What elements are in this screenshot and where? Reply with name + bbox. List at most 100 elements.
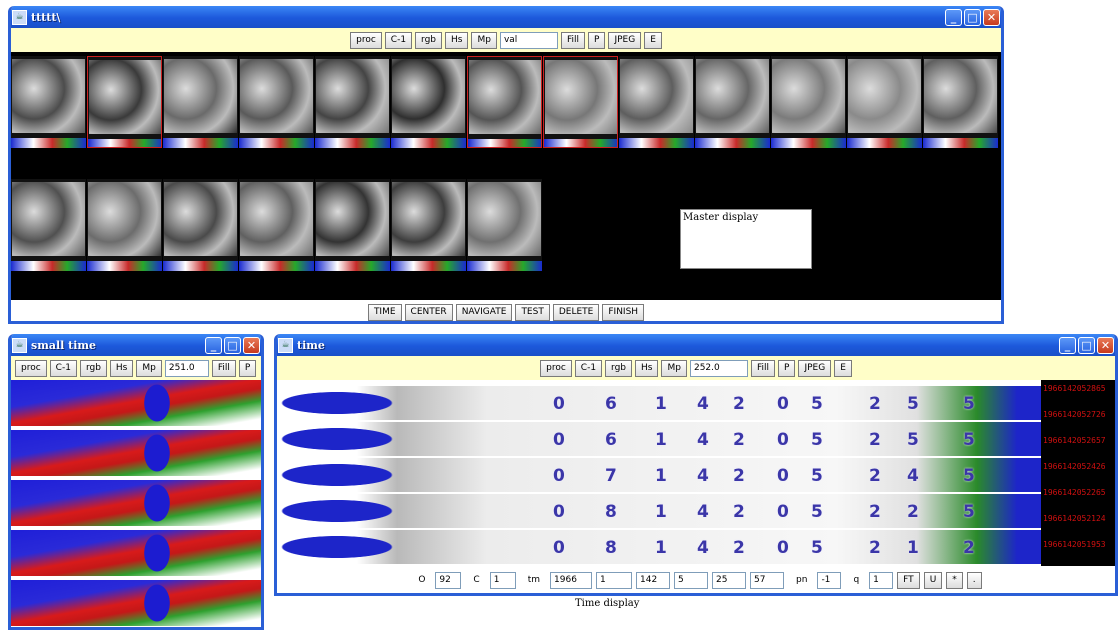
maximize-icon[interactable]: □ [964,8,981,26]
field-action-button[interactable]: FT [897,571,920,589]
thumbnail-frame[interactable] [315,179,390,271]
delete-button[interactable]: DELETE [552,303,600,321]
main-titlebar[interactable]: ☕ ttttt\ _ □ ✕ [11,6,1001,28]
thumbnail-color-strip [771,138,846,148]
main-bottom-bar: TIME CENTER NAVIGATE TEST DELETE FINISH [11,300,1001,321]
time-field-input[interactable] [817,571,842,589]
rgb-button[interactable]: rgb [415,31,443,49]
time-field-input[interactable] [636,571,671,589]
fill-button[interactable]: Fill [750,359,775,377]
main-window-title: ttttt\ [31,10,61,24]
hs-button[interactable]: Hs [445,31,469,49]
field-label: tm [527,575,541,585]
thumbnail-frame[interactable] [11,179,86,271]
thumbnail-color-strip [163,261,238,271]
proc-button[interactable]: proc [15,359,47,377]
field-action-button[interactable]: U [923,571,943,589]
thumbnail-frame[interactable] [543,56,618,148]
thumbnail-frame[interactable] [923,56,998,148]
time-field-input[interactable] [869,571,894,589]
digit-glyph: 0 [553,466,565,486]
thumbnail-frame[interactable] [163,179,238,271]
minimize-icon[interactable]: _ [205,336,222,354]
hs-button[interactable]: Hs [635,359,659,377]
thumbnail-frame[interactable] [315,56,390,148]
close-icon[interactable]: ✕ [243,336,260,354]
thumbnail-frame[interactable] [239,56,314,148]
field-action-button[interactable]: * [946,571,963,589]
fill-button[interactable]: Fill [211,359,236,377]
maximize-icon[interactable]: □ [1078,336,1095,354]
mp-button[interactable]: Mp [661,359,687,377]
time-field-input[interactable] [489,571,516,589]
java-app-icon: ☕ [278,337,293,353]
time-button[interactable]: TIME [367,303,402,321]
minimize-icon[interactable]: _ [945,8,962,26]
mp-button[interactable]: Mp [471,31,497,49]
thumbnail-frame[interactable] [467,56,542,148]
thumbnail-frame[interactable] [239,179,314,271]
thumbnail-frame[interactable] [391,179,466,271]
e-button[interactable]: E [644,31,662,49]
jpeg-button[interactable]: JPEG [798,359,832,377]
thumbnail-frame[interactable] [847,56,922,148]
thumbnail-color-strip [544,139,617,147]
p-button[interactable]: P [588,31,606,49]
time-field-input[interactable] [750,571,785,589]
thumbnail-frame[interactable] [11,56,86,148]
time-field-input[interactable] [712,571,747,589]
timestamp-label: 1966142051953 [1043,540,1106,549]
thumbnail-color-strip [11,261,86,271]
p-button[interactable]: P [238,359,257,377]
time-canvas: 0614205255061420525507142052450814205225… [277,380,1115,566]
jpeg-button[interactable]: JPEG [608,31,642,49]
c1-button[interactable]: C-1 [384,31,413,49]
e-button[interactable]: E [834,359,852,377]
thumbnail-frame[interactable] [391,56,466,148]
time-field-input[interactable] [550,571,593,589]
finish-button[interactable]: FINISH [602,303,645,321]
small-time-titlebar[interactable]: ☕ small time _ □ ✕ [11,334,261,356]
thumbnail-frame[interactable] [695,56,770,148]
thumbnail-frame[interactable] [771,56,846,148]
thumbnail-frame[interactable] [163,56,238,148]
proc-button[interactable]: proc [540,359,572,377]
close-icon[interactable]: ✕ [1097,336,1114,354]
field-action-button[interactable]: . [966,571,982,589]
digit-glyph: 5 [963,502,975,522]
digit-glyph: 1 [655,394,667,414]
hs-button[interactable]: Hs [109,359,134,377]
thumbnail-frame[interactable] [87,56,162,148]
fill-button[interactable]: Fill [560,31,585,49]
thumbnail-grid: Master display [11,52,1001,302]
proc-button[interactable]: proc [350,31,382,49]
time-field-input[interactable] [674,571,709,589]
close-icon[interactable]: ✕ [983,8,1000,26]
value-input[interactable] [499,31,558,49]
time-field-input[interactable] [596,571,633,589]
thumbnail-color-strip [923,138,998,148]
digit-glyph: 0 [553,430,565,450]
minimize-icon[interactable]: _ [1059,336,1076,354]
maximize-icon[interactable]: □ [224,336,241,354]
value-input[interactable] [689,359,748,377]
thumbnail-color-strip [11,138,86,148]
mp-button[interactable]: Mp [136,359,162,377]
thumbnail-color-strip [391,138,466,148]
thumbnail-frame[interactable] [87,179,162,271]
rgb-button[interactable]: rgb [79,359,107,377]
thumbnail-color-strip [695,138,770,148]
thumbnail-frame[interactable] [619,56,694,148]
p-button[interactable]: P [778,359,796,377]
test-button[interactable]: TEST [515,303,550,321]
value-input[interactable] [164,359,209,377]
navigate-button[interactable]: NAVIGATE [455,303,513,321]
java-app-icon: ☕ [12,337,27,353]
thumbnail-frame[interactable] [467,179,542,271]
c1-button[interactable]: C-1 [574,359,603,377]
time-titlebar[interactable]: ☕ time _ □ ✕ [277,334,1115,356]
rgb-button[interactable]: rgb [605,359,633,377]
time-field-input[interactable] [435,571,462,589]
center-button[interactable]: CENTER [404,303,453,321]
c1-button[interactable]: C-1 [49,359,77,377]
